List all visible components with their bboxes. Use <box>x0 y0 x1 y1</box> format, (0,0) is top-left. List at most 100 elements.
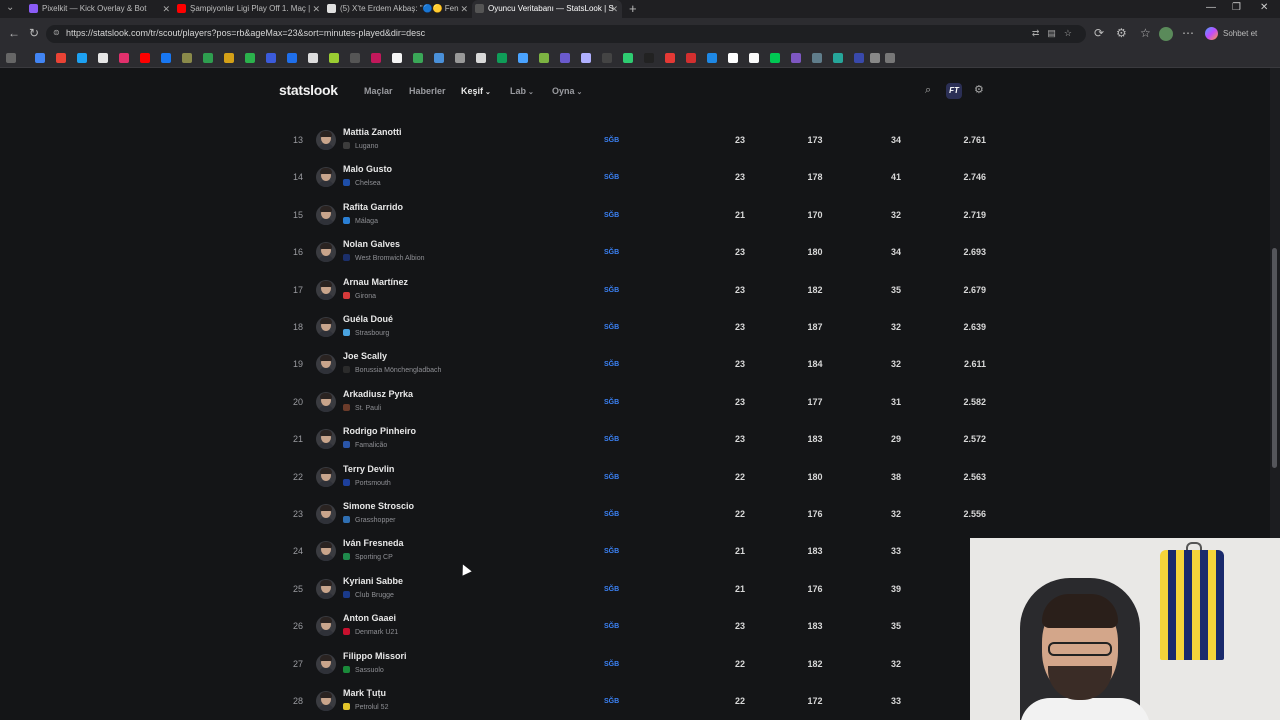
nav-link-discover[interactable]: Keşif ⌄ <box>461 86 491 96</box>
table-row[interactable]: 25Kyriani SabbeClub BruggeSĞB21176392.5 <box>283 571 990 608</box>
folder-icon[interactable] <box>870 53 880 63</box>
table-row[interactable]: 26Anton GaaeiDenmark U21SĞB23183352.4 <box>283 608 990 645</box>
tab-close-icon[interactable]: ✕ <box>312 0 320 18</box>
search-icon[interactable]: ⌕ <box>925 84 931 97</box>
nav-link-lab[interactable]: Lab ⌄ <box>510 86 534 96</box>
table-row[interactable]: 16 Nolan Galves West Bromwich Albion SĞB 23 1… <box>283 234 990 271</box>
table-row[interactable]: 24Iván FresnedaSporting CPSĞB21183332.5 <box>283 533 990 570</box>
player-name[interactable]: Anton Gaaei <box>343 613 396 623</box>
player-avatar[interactable] <box>316 391 336 412</box>
bookmark-icon[interactable] <box>560 53 570 63</box>
bookmark-icon[interactable] <box>455 53 465 63</box>
bookmark-icon[interactable] <box>161 53 171 63</box>
player-avatar[interactable] <box>316 130 336 150</box>
tab-close-icon[interactable]: ✕ <box>162 0 170 18</box>
player-avatar[interactable] <box>316 578 336 599</box>
bookmark-icon[interactable] <box>854 53 864 63</box>
table-row[interactable]: 18 Guéla Doué Strasbourg SĞB 23 187 32 2.639 <box>283 309 990 346</box>
puzzle-icon[interactable]: ⚙ <box>1116 26 1127 40</box>
tab-close-icon[interactable]: ✕ <box>610 0 618 18</box>
bookmark-icon[interactable] <box>749 53 759 63</box>
favorites-icon[interactable]: ☆ <box>1140 26 1151 40</box>
player-name[interactable]: Nolan Galves <box>343 239 400 249</box>
player-name[interactable]: Kyriani Sabbe <box>343 576 403 586</box>
player-name[interactable]: Mark Țuțu <box>343 688 386 698</box>
table-row[interactable]: 22 Terry Devlin Portsmouth SĞB 22 180 38 2.563 <box>283 459 990 496</box>
table-row[interactable]: 28Mark ȚuțuPetrolul 52SĞB22172332.4 <box>283 683 990 720</box>
table-row[interactable]: 21 Rodrigo Pinheiro Famalicão SĞB 23 183 29 2.5… <box>283 421 990 458</box>
player-avatar[interactable] <box>316 204 336 225</box>
browser-tab-active[interactable]: Oyuncu Veritabanı — StatsLook | S ✕ <box>472 0 622 18</box>
player-avatar[interactable] <box>316 616 336 637</box>
restore-icon[interactable]: ❐ <box>1232 2 1241 13</box>
more-icon[interactable]: ⋯ <box>1182 26 1194 40</box>
reload-icon[interactable]: ↻ <box>29 26 39 40</box>
table-row[interactable]: 27Filippo MissoriSassuoloSĞB22182322.4 <box>283 646 990 683</box>
bookmark-icon[interactable] <box>728 53 738 63</box>
table-row[interactable]: 17 Arnau Martínez Girona SĞB 23 182 35 2.679 <box>283 272 990 309</box>
scrollbar-thumb[interactable] <box>1272 248 1277 468</box>
copilot-icon[interactable] <box>1205 27 1218 40</box>
bookmark-icon[interactable] <box>581 53 591 63</box>
nav-link-play[interactable]: Oyna ⌄ <box>552 86 582 96</box>
player-avatar[interactable] <box>316 317 336 337</box>
nav-link-news[interactable]: Haberler <box>409 86 446 96</box>
bookmark-icon[interactable] <box>686 53 696 63</box>
bookmark-icon[interactable] <box>371 53 381 63</box>
site-logo[interactable]: statslook <box>279 82 338 98</box>
player-avatar[interactable] <box>316 541 336 562</box>
table-row[interactable]: 13 Mattia Zanotti Lugano SĞB 23 173 34 2.761 <box>283 122 990 159</box>
bookmark-icon[interactable] <box>182 53 192 63</box>
player-avatar[interactable] <box>316 354 336 375</box>
back-icon[interactable]: ← <box>8 26 20 40</box>
user-badge[interactable]: FT <box>946 83 962 99</box>
player-name[interactable]: Simone Stroscio <box>343 501 414 511</box>
bookmark-icon[interactable] <box>203 53 213 63</box>
table-row[interactable]: 23 Simone Stroscio Grasshopper SĞB 22 176 32 2.… <box>283 496 990 533</box>
bookmark-icon[interactable] <box>812 53 822 63</box>
bookmark-icon[interactable] <box>350 53 360 63</box>
bookmark-icon[interactable] <box>434 53 444 63</box>
new-tab-icon[interactable]: + <box>629 1 637 16</box>
tab-list-icon[interactable]: ⌄ <box>6 2 14 13</box>
bookmark-icon[interactable] <box>518 53 528 63</box>
bookmark-icon[interactable] <box>770 53 780 63</box>
bookmark-icon[interactable] <box>98 53 108 63</box>
player-name[interactable]: Arnau Martínez <box>343 277 408 287</box>
browser-tab[interactable]: Pixelkit — Kick Overlay & Bot ✕ <box>26 0 174 18</box>
player-avatar[interactable] <box>316 167 336 188</box>
bookmark-icon[interactable] <box>329 53 339 63</box>
bookmark-icon[interactable] <box>35 53 45 63</box>
player-name[interactable]: Rodrigo Pinheiro <box>343 426 416 436</box>
bookmark-icon[interactable] <box>6 53 16 63</box>
bookmark-icon[interactable] <box>56 53 66 63</box>
bookmark-icon[interactable] <box>413 53 423 63</box>
player-name[interactable]: Malo Gusto <box>343 164 392 174</box>
player-avatar[interactable] <box>316 429 336 450</box>
table-row[interactable]: 20 Arkadiusz Pyrka St. Pauli SĞB 23 177 31 2.58… <box>283 384 990 421</box>
bookmark-icon[interactable] <box>665 53 675 63</box>
player-avatar[interactable] <box>316 279 336 300</box>
bookmark-icon[interactable] <box>392 53 402 63</box>
close-window-icon[interactable]: ✕ <box>1260 2 1268 13</box>
player-avatar[interactable] <box>316 653 336 674</box>
player-name[interactable]: Iván Fresneda <box>343 538 404 548</box>
player-name[interactable]: Joe Scally <box>343 351 387 361</box>
player-name[interactable]: Terry Devlin <box>343 464 394 474</box>
gear-icon[interactable]: ⚙ <box>974 83 984 96</box>
site-info-icon[interactable]: ⊜ <box>53 28 60 37</box>
player-name[interactable]: Rafita Garrido <box>343 202 403 212</box>
player-name[interactable]: Filippo Missori <box>343 651 407 661</box>
link-icon[interactable] <box>885 53 895 63</box>
browser-tab[interactable]: Şampiyonlar Ligi Play Off 1. Maç | ✕ <box>174 0 324 18</box>
profile-avatar[interactable] <box>1159 27 1173 41</box>
bookmark-icon[interactable] <box>539 53 549 63</box>
player-avatar[interactable] <box>316 242 336 263</box>
extensions-icon[interactable]: ⟳ <box>1094 26 1104 40</box>
bookmark-icon[interactable] <box>707 53 717 63</box>
table-row[interactable]: 19 Joe Scally Borussia Mönchengladbach SĞB 2… <box>283 346 990 383</box>
bookmark-icon[interactable] <box>224 53 234 63</box>
omnibox-actions-icon[interactable]: ⇄▤☆ <box>1032 28 1080 39</box>
bookmark-icon[interactable] <box>623 53 633 63</box>
bookmark-icon[interactable] <box>140 53 150 63</box>
